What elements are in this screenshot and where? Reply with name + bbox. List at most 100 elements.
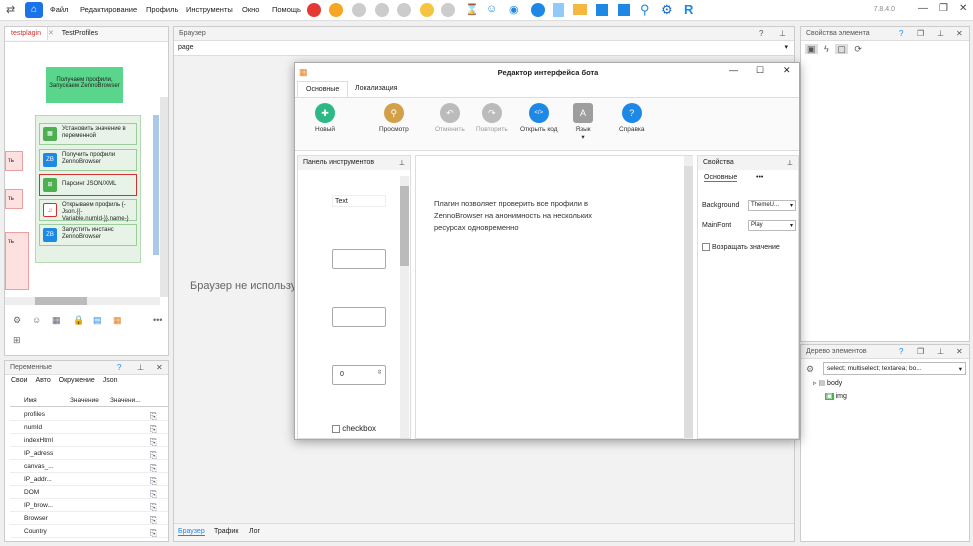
side-node-1[interactable]: ть: [5, 151, 23, 171]
tab-testplagin[interactable]: testplagin: [5, 27, 48, 40]
layout-icon[interactable]: ▢: [835, 44, 848, 54]
minimize-icon[interactable]: —: [918, 3, 928, 14]
vertical-scrollbar[interactable]: [160, 97, 168, 297]
tab-main[interactable]: Основные: [297, 81, 349, 97]
save-as-icon[interactable]: [618, 4, 630, 16]
pin-icon[interactable]: ⊥: [779, 29, 786, 38]
restore-icon[interactable]: ❐: [917, 347, 924, 356]
back-icon[interactable]: ⇄: [6, 3, 15, 16]
help-button[interactable]: ? Справка: [619, 103, 645, 133]
tab-auto[interactable]: Авто: [32, 376, 53, 385]
stop-icon[interactable]: [307, 3, 321, 17]
filter-select[interactable]: select; multiselect; textarea; bo... ▾: [823, 362, 966, 375]
return-value-checkbox[interactable]: Возращать значение: [702, 243, 780, 251]
tab-own[interactable]: Свои: [8, 376, 31, 385]
side-node-2[interactable]: ть: [5, 189, 23, 209]
node-get-profiles[interactable]: ZB Получить профили ZennoBrowser: [39, 149, 137, 171]
design-canvas[interactable]: Плагин позволяет проверить все профили в…: [415, 155, 693, 439]
restore-icon[interactable]: ❐: [939, 3, 948, 14]
node-open-profile[interactable]: ♫ Открываем профиль {-Json.{{-Variable.nu…: [39, 199, 137, 222]
tab-traffic[interactable]: Трафик: [214, 528, 238, 535]
play-icon[interactable]: [352, 3, 366, 17]
gear-icon[interactable]: ⚙: [661, 2, 673, 18]
more-icon[interactable]: •••: [153, 315, 162, 325]
r-logo-icon[interactable]: R: [684, 2, 693, 17]
pause-icon[interactable]: [375, 3, 389, 17]
help-icon[interactable]: ?: [759, 29, 763, 38]
checkbox-tool[interactable]: checkbox: [332, 424, 376, 433]
help-icon[interactable]: ?: [899, 29, 903, 38]
settings-icon[interactable]: ⚙: [13, 315, 21, 326]
textarea-tool[interactable]: [332, 307, 386, 327]
table-row[interactable]: IP_adress ⎘: [10, 447, 168, 460]
grid-icon[interactable]: ▦: [52, 315, 61, 326]
search-icon[interactable]: ⚲: [640, 2, 650, 18]
maximize-icon[interactable]: ☐: [756, 65, 764, 76]
restore-icon[interactable]: ❐: [917, 29, 924, 38]
tab-localization[interactable]: Локализация: [355, 85, 397, 92]
pin-icon[interactable]: ⊥: [399, 159, 405, 167]
new-button[interactable]: ✚ Новый: [315, 103, 335, 133]
minimize-icon[interactable]: —: [729, 65, 738, 75]
chevron-down-icon[interactable]: ▾: [784, 43, 788, 51]
toolbox-scrollbar[interactable]: [400, 176, 409, 438]
more-icon[interactable]: •••: [756, 174, 763, 181]
undo-button[interactable]: ↶ Отменить: [435, 103, 465, 133]
refresh-icon[interactable]: [329, 3, 343, 17]
sync-icon[interactable]: ⟳: [850, 44, 866, 54]
spinner-tool[interactable]: 0 ⇳: [332, 365, 386, 385]
file-icon[interactable]: [553, 3, 564, 17]
node-set-var[interactable]: ▦ Установить значение в переменной: [39, 123, 137, 145]
eye-icon[interactable]: ◉: [509, 3, 519, 16]
tab-log[interactable]: Лог: [249, 528, 260, 535]
gear-icon[interactable]: ⚙: [806, 364, 814, 375]
close-icon[interactable]: ✕: [156, 363, 163, 372]
table-row[interactable]: canvas_... ⎘: [10, 460, 168, 473]
circle-icon[interactable]: [441, 3, 455, 17]
props-view-icon[interactable]: ▣: [805, 44, 818, 54]
canvas-scrollbar[interactable]: [684, 156, 693, 439]
node-main[interactable]: Получаем профили, Запускаем ZennoBrowser: [46, 67, 123, 103]
help-icon[interactable]: ?: [899, 347, 903, 356]
preview-button[interactable]: ⚲ Просмотр: [379, 103, 409, 133]
hourglass-icon[interactable]: ⌛: [465, 3, 479, 16]
home-button[interactable]: ⌂: [25, 2, 43, 18]
menu-file[interactable]: Файл: [50, 5, 68, 14]
undo-icon[interactable]: [420, 3, 434, 17]
col-name[interactable]: Имя: [24, 397, 37, 404]
menu-profile[interactable]: Профиль: [146, 5, 178, 14]
side-node-3[interactable]: ть: [5, 232, 29, 290]
folder-icon[interactable]: [573, 4, 587, 15]
text-tool[interactable]: Text: [332, 195, 386, 207]
events-icon[interactable]: ϟ: [820, 44, 833, 54]
table-row[interactable]: IP_addr... ⎘: [10, 473, 168, 486]
share-icon[interactable]: [531, 3, 545, 17]
redo-button[interactable]: ↷ Повторить: [476, 103, 508, 133]
close-icon[interactable]: ✕: [783, 65, 791, 76]
close-icon[interactable]: ✕: [956, 347, 963, 356]
list-icon[interactable]: ▤: [93, 315, 102, 326]
user-icon[interactable]: ☺: [32, 315, 41, 325]
tab-json[interactable]: Json: [100, 376, 121, 385]
help-icon[interactable]: ?: [117, 363, 121, 372]
textbox-tool[interactable]: [332, 249, 386, 269]
background-select[interactable]: ThemeU... ▾: [748, 200, 796, 211]
col-value2[interactable]: Значени...: [110, 397, 141, 404]
close-tab-icon[interactable]: ✕: [48, 30, 54, 37]
tab-browser[interactable]: Браузер: [178, 528, 205, 536]
close-icon[interactable]: ✕: [956, 29, 963, 38]
menu-window[interactable]: Окно: [242, 5, 259, 14]
table-row[interactable]: DOM ⎘: [10, 486, 168, 499]
add-icon[interactable]: ⊞: [13, 335, 21, 346]
horizontal-scrollbar[interactable]: [5, 297, 160, 305]
tree-node-img[interactable]: ▣ img: [825, 392, 847, 400]
canvas-text[interactable]: Плагин позволяет проверить все профили в…: [434, 198, 624, 234]
save-icon[interactable]: [596, 4, 608, 16]
table-icon[interactable]: ▦: [113, 315, 122, 326]
pin-icon[interactable]: ⊥: [787, 159, 793, 167]
tab-testprofiles[interactable]: TestProfiles: [56, 27, 104, 40]
table-row[interactable]: indexHtml ⎘: [10, 434, 168, 447]
menu-help[interactable]: Помощь: [272, 5, 301, 14]
step-icon[interactable]: [397, 3, 411, 17]
close-icon[interactable]: ✕: [959, 3, 967, 14]
